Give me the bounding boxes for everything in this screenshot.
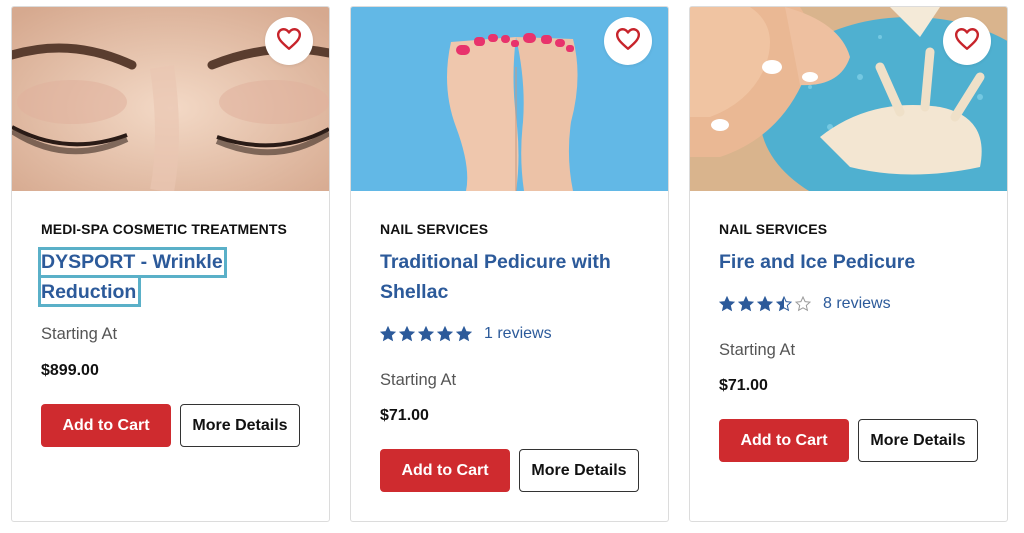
product-title-link[interactable]: Fire and Ice Pedicure xyxy=(719,247,969,277)
star-full-icon xyxy=(418,326,434,342)
more-details-button[interactable]: More Details xyxy=(858,419,978,462)
heart-icon xyxy=(276,27,302,56)
star-half-icon xyxy=(776,296,792,312)
favorite-button[interactable] xyxy=(943,17,991,65)
star-empty-icon xyxy=(795,296,811,312)
rating-stars xyxy=(380,326,472,342)
more-details-button[interactable]: More Details xyxy=(180,404,300,447)
product-price: $71.00 xyxy=(719,377,768,394)
add-to-cart-button[interactable]: Add to Cart xyxy=(380,449,510,492)
favorite-button[interactable] xyxy=(265,17,313,65)
product-card-fire-and-ice-pedicure: NAIL SERVICES Fire and Ice Pedicure 8 re… xyxy=(689,6,1008,522)
star-full-icon xyxy=(757,296,773,312)
reviews-link[interactable]: 1 reviews xyxy=(484,325,552,343)
add-to-cart-button[interactable]: Add to Cart xyxy=(41,404,171,447)
star-rating: 1 reviews xyxy=(380,325,552,343)
star-full-icon xyxy=(380,326,396,342)
star-rating: 8 reviews xyxy=(719,295,891,313)
starting-at-label: Starting At xyxy=(380,371,457,389)
star-full-icon xyxy=(437,326,453,342)
product-title-link[interactable]: DYSPORT - Wrinkle Reduction xyxy=(41,247,251,307)
product-price: $899.00 xyxy=(41,362,99,379)
product-card-traditional-pedicure: NAIL SERVICES Traditional Pedicure with … xyxy=(350,6,669,522)
star-full-icon xyxy=(719,296,735,312)
rating-stars xyxy=(719,296,811,312)
reviews-link[interactable]: 8 reviews xyxy=(823,295,891,313)
star-full-icon xyxy=(738,296,754,312)
product-title-link[interactable]: Traditional Pedicure with Shellac xyxy=(380,247,630,307)
product-category: NAIL SERVICES xyxy=(380,221,489,237)
star-full-icon xyxy=(456,326,472,342)
product-category: NAIL SERVICES xyxy=(719,221,828,237)
starting-at-label: Starting At xyxy=(719,341,796,359)
heart-icon xyxy=(954,27,980,56)
star-full-icon xyxy=(399,326,415,342)
product-card-dysport: MEDI-SPA COSMETIC TREATMENTS DYSPORT - W… xyxy=(11,6,330,522)
heart-icon xyxy=(615,27,641,56)
starting-at-label: Starting At xyxy=(41,325,118,343)
add-to-cart-button[interactable]: Add to Cart xyxy=(719,419,849,462)
product-price: $71.00 xyxy=(380,407,429,424)
favorite-button[interactable] xyxy=(604,17,652,65)
product-category: MEDI-SPA COSMETIC TREATMENTS xyxy=(41,221,287,237)
more-details-button[interactable]: More Details xyxy=(519,449,639,492)
